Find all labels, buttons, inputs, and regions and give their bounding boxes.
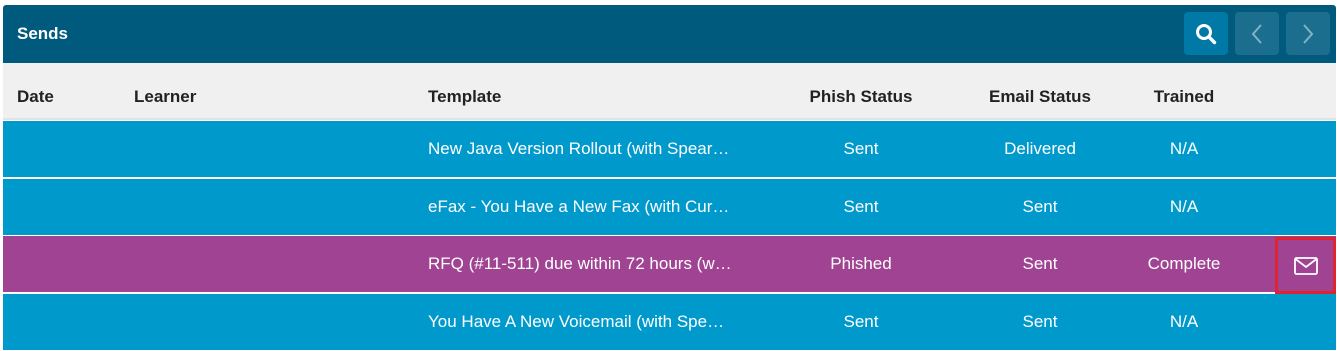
cell-phish-status: Sent [843,197,879,216]
cell-trained: N/A [1169,197,1199,216]
cell-trained: N/A [1169,312,1199,331]
cell-email-status: Delivered [1004,139,1076,158]
cell-phish-status: Sent [843,312,879,331]
cell-email-status: Sent [1022,312,1058,331]
view-email-button[interactable] [1275,237,1336,294]
cell-template: eFax - You Have a New Fax (with Curiosit… [428,197,733,216]
cell-trained: N/A [1169,139,1199,158]
column-phish-status[interactable]: Phish Status [810,87,913,107]
cell-phish-status: Sent [843,139,879,158]
cell-template: You Have A New Voicemail (with Spear Phi… [428,312,733,331]
column-email-status[interactable]: Email Status [989,87,1091,107]
panel-header: Sends [3,5,1336,63]
table-row[interactable]: New Java Version Rollout (with Spear Phi… [3,121,1336,177]
column-trained[interactable]: Trained [1154,87,1214,107]
search-button[interactable] [1184,12,1228,55]
envelope-icon [1293,256,1318,275]
sends-panel: Sends Date Learner Template Phish Status… [3,5,1336,350]
cell-template: New Java Version Rollout (with Spear Phi… [428,139,733,158]
column-date[interactable]: Date [17,87,54,107]
next-page-button[interactable] [1286,12,1330,55]
search-icon [1196,23,1217,44]
table-row[interactable]: You Have A New Voicemail (with Spear Phi… [3,294,1336,350]
cell-template: RFQ (#11-511) due within 72 hours (with … [428,254,733,273]
cell-email-status: Sent [1022,197,1058,216]
cell-phish-status: Phished [830,254,892,273]
cell-trained: Complete [1147,254,1221,273]
column-learner[interactable]: Learner [134,87,196,107]
table-header: Date Learner Template Phish Status Email… [3,63,1336,120]
chevron-left-icon [1251,23,1262,44]
table-row[interactable]: eFax - You Have a New Fax (with Curiosit… [3,179,1336,235]
cell-email-status: Sent [1022,254,1058,273]
column-template[interactable]: Template [428,87,501,107]
panel-title: Sends [17,24,69,43]
prev-page-button[interactable] [1235,12,1279,55]
chevron-right-icon [1303,23,1314,44]
table-row-phished[interactable]: RFQ (#11-511) due within 72 hours (with … [3,236,1336,294]
